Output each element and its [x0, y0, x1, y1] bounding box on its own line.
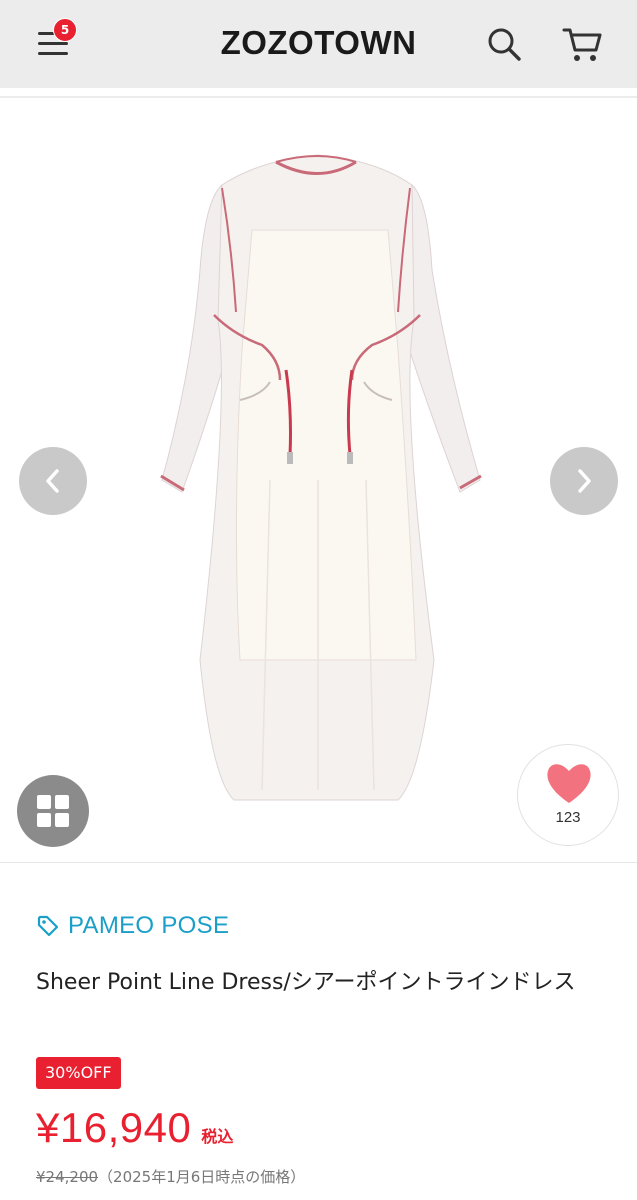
favorite-button[interactable]: 123 — [517, 744, 619, 846]
site-logo[interactable]: ZOZOTOWN — [0, 24, 637, 62]
favorite-count: 123 — [555, 809, 581, 826]
search-button[interactable] — [484, 24, 524, 64]
discount-badge: 30%OFF — [36, 1057, 121, 1089]
brand-link[interactable]: PAMEO POSE — [36, 910, 229, 942]
original-price-note: （2025年1月6日時点の価格） — [98, 1168, 306, 1186]
sale-price: ¥16,940 — [36, 1104, 192, 1151]
search-icon — [488, 28, 521, 61]
tag-icon — [37, 915, 59, 937]
section-divider — [0, 862, 637, 863]
product-title: Sheer Point Line Dress/シアーポイントラインドレス — [36, 970, 576, 995]
original-price-row: ¥24,200（2025年1月6日時点の価格） — [36, 1166, 305, 1187]
original-price: ¥24,200 — [36, 1168, 99, 1186]
cart-button[interactable] — [560, 22, 604, 66]
chevron-left-icon — [46, 469, 59, 493]
heart-icon — [547, 764, 591, 803]
brand-name: PAMEO POSE — [68, 912, 230, 939]
grid-icon — [37, 795, 69, 827]
price-row: ¥16,940 税込 — [36, 1104, 233, 1152]
next-image-button[interactable] — [550, 447, 618, 515]
header-divider — [0, 96, 637, 98]
app-header: 5 ZOZOTOWN — [0, 0, 637, 88]
cart-icon — [562, 28, 602, 61]
image-grid-button[interactable] — [17, 775, 89, 847]
tax-label: 税込 — [201, 1127, 234, 1146]
chevron-right-icon — [578, 469, 591, 493]
previous-image-button[interactable] — [19, 447, 87, 515]
